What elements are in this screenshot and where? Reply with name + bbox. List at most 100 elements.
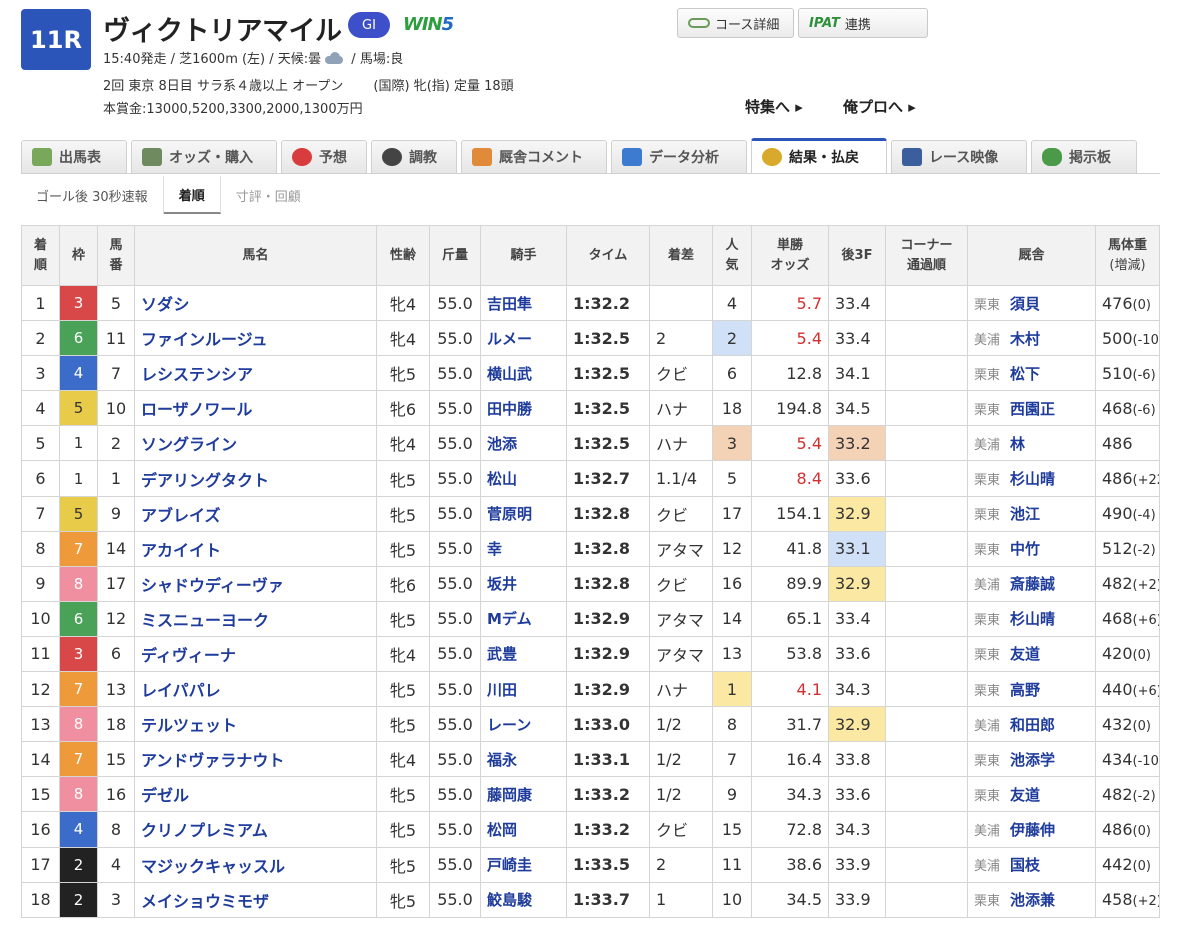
jockey-link[interactable]: 川田 — [480, 671, 567, 708]
tab-stable-comment[interactable]: 厩舎コメント — [461, 140, 607, 173]
horse-name-link[interactable]: ローザノワール — [134, 390, 377, 427]
trainer-link[interactable]: 杉山晴 — [1010, 470, 1055, 488]
horse-name-link[interactable]: ファインルージュ — [134, 320, 377, 357]
trainer-link[interactable]: 斎藤誠 — [1010, 575, 1055, 593]
trainer-link[interactable]: 伊藤伸 — [1010, 821, 1055, 839]
horse-name-link[interactable]: ソダシ — [134, 284, 377, 322]
col-horse-name: 馬名 — [134, 225, 377, 286]
subtab-finish-order[interactable]: 着順 — [163, 176, 221, 214]
horse-name-link[interactable]: アブレイズ — [134, 495, 377, 532]
jockey-link[interactable]: 武豊 — [480, 635, 567, 673]
tab-prediction[interactable]: 予想 — [281, 140, 367, 173]
jockey-link[interactable]: 横山武 — [480, 355, 567, 392]
corner-order — [885, 776, 968, 813]
horse-name-link[interactable]: アカイイト — [134, 530, 377, 567]
tab-data-analysis[interactable]: データ分析 — [611, 140, 747, 173]
weight-carried: 55.0 — [429, 390, 481, 427]
win5-logo[interactable]: WIN5 — [403, 14, 454, 35]
frame-number: 2 — [59, 846, 98, 883]
trainer-region: 栗東 — [974, 473, 1001, 489]
last-3f-time: 33.8 — [828, 741, 886, 778]
trainer-link[interactable]: 杉山晴 — [1010, 610, 1055, 628]
weight-carried: 55.0 — [429, 565, 481, 602]
finish-time: 1:33.0 — [566, 706, 650, 743]
trainer-link[interactable]: 池添兼 — [1010, 891, 1055, 909]
trainer-link[interactable]: 西園正 — [1010, 400, 1055, 418]
horse-name-link[interactable]: シャドウディーヴァ — [134, 565, 377, 602]
jockey-link[interactable]: 池添 — [480, 425, 567, 462]
body-weight: 482 — [1102, 784, 1133, 804]
weight-carried: 55.0 — [429, 776, 481, 813]
horse-number: 18 — [97, 706, 135, 743]
horse-name-link[interactable]: ディヴィーナ — [134, 635, 377, 673]
jockey-link[interactable]: 田中勝 — [480, 390, 567, 427]
jockey-link[interactable]: 吉田隼 — [480, 284, 567, 322]
feature-link[interactable]: 特集へ ▸ — [745, 96, 803, 117]
subtab-quick-result[interactable]: ゴール後 30秒速報 — [21, 176, 164, 214]
popularity: 13 — [712, 635, 752, 673]
frame-number: 3 — [59, 284, 98, 322]
ipat-link-button[interactable]: IPAT 連携 — [798, 8, 928, 38]
body-weight: 442 — [1102, 855, 1133, 875]
popularity: 8 — [712, 706, 752, 743]
jockey-link[interactable]: 松岡 — [480, 811, 567, 848]
horse-name-link[interactable]: レイパパレ — [134, 671, 377, 708]
tab-odds[interactable]: オッズ・購入 — [131, 140, 277, 173]
trainer-link[interactable]: 池江 — [1010, 505, 1040, 523]
trainer-cell: 栗東 松下 — [967, 355, 1096, 392]
horse-name-link[interactable]: デゼル — [134, 776, 377, 813]
trainer-link[interactable]: 須貝 — [1010, 295, 1040, 313]
jockey-link[interactable]: 戸崎圭 — [480, 846, 567, 883]
corner-order — [885, 495, 968, 532]
trainer-link[interactable]: 松下 — [1010, 365, 1040, 383]
horse-name-link[interactable]: ミスニューヨーク — [134, 600, 377, 637]
tab-race-video[interactable]: レース映像 — [891, 140, 1027, 173]
win-odds: 5.4 — [751, 320, 829, 357]
tab-results-payout[interactable]: 結果・払戻 — [751, 138, 887, 173]
horse-name-link[interactable]: ソングライン — [134, 425, 377, 462]
horse-name-link[interactable]: デアリングタクト — [134, 460, 377, 497]
jockey-link[interactable]: Mデム — [480, 600, 567, 637]
jockey-link[interactable]: 藤岡康 — [480, 776, 567, 813]
horse-name-link[interactable]: クリノプレミアム — [134, 811, 377, 848]
finish-rank: 12 — [21, 671, 60, 708]
trainer-link[interactable]: 中竹 — [1010, 540, 1040, 558]
finish-rank: 2 — [21, 320, 60, 357]
tab-training[interactable]: 調教 — [371, 140, 457, 173]
trainer-link[interactable]: 友道 — [1010, 645, 1040, 663]
frame-number: 7 — [59, 741, 98, 778]
horse-name-link[interactable]: マジックキャッスル — [134, 846, 377, 883]
tab-bulletin-board[interactable]: 掲示板 — [1031, 140, 1137, 173]
jockey-link[interactable]: ルメー — [480, 320, 567, 357]
trainer-link[interactable]: 木村 — [1010, 330, 1040, 348]
horse-name-link[interactable]: アンドヴァラナウト — [134, 741, 377, 778]
jockey-link[interactable]: 福永 — [480, 741, 567, 778]
jockey-link[interactable]: レーン — [480, 706, 567, 743]
course-detail-button[interactable]: コース詳細 — [677, 8, 794, 38]
jockey-link[interactable]: 幸 — [480, 530, 567, 567]
frame-number: 8 — [59, 706, 98, 743]
trainer-link[interactable]: 和田郎 — [1010, 716, 1055, 734]
weight-carried: 55.0 — [429, 530, 481, 567]
jockey-link[interactable]: 松山 — [480, 460, 567, 497]
trainer-link[interactable]: 高野 — [1010, 681, 1040, 699]
win-odds: 34.3 — [751, 776, 829, 813]
body-weight-cell: 486 — [1095, 425, 1160, 462]
horse-name-link[interactable]: メイショウミモザ — [134, 881, 377, 918]
table-row: 17 2 4 マジックキャッスル 牝5 55.0 戸崎圭 1:33.5 2 11 38.6 33.9 美… — [21, 846, 1160, 883]
blog-link[interactable]: 俺プロへ ▸ — [843, 96, 916, 117]
jockey-link[interactable]: 坂井 — [480, 565, 567, 602]
trainer-link[interactable]: 国枝 — [1010, 856, 1040, 874]
col-num-line2: 番 — [109, 257, 123, 273]
jockey-link[interactable]: 菅原明 — [480, 495, 567, 532]
tab-entry-table[interactable]: 出馬表 — [21, 140, 127, 173]
body-weight-change: (-4) — [1132, 508, 1156, 524]
trainer-link[interactable]: 友道 — [1010, 786, 1040, 804]
jockey-link[interactable]: 鮫島駿 — [480, 881, 567, 918]
horse-name-link[interactable]: テルツェット — [134, 706, 377, 743]
popularity: 7 — [712, 741, 752, 778]
trainer-link[interactable]: 林 — [1010, 435, 1025, 453]
col-body-weight: 馬体重 (増減) — [1095, 225, 1160, 286]
trainer-link[interactable]: 池添学 — [1010, 751, 1055, 769]
horse-name-link[interactable]: レシステンシア — [134, 355, 377, 392]
